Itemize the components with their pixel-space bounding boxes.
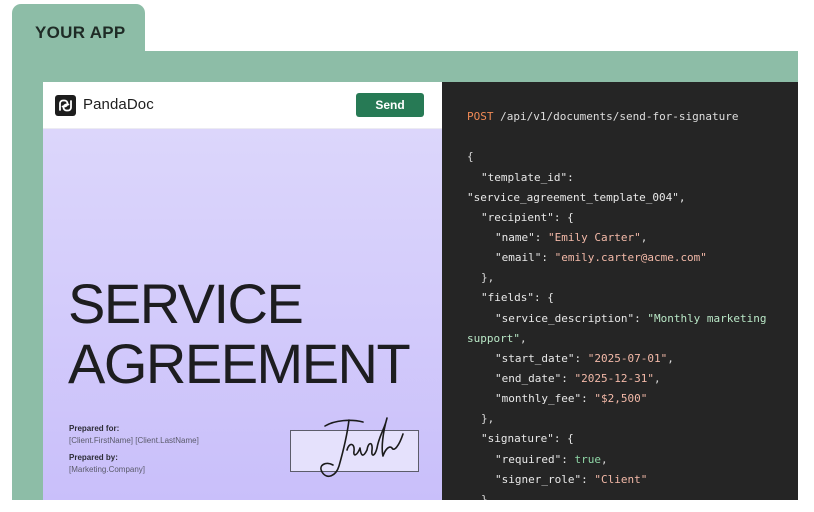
code-line-recipient: "recipient": { [481,211,574,225]
api-request-code-panel: POST /api/v1/documents/send-for-signatur… [442,82,798,500]
monthly-fee-key: "monthly_fee": [495,392,595,405]
code-line-open-brace: { [467,150,474,164]
code-line-name: "name": "Emily Carter", [495,231,647,245]
code-line-endpoint: POST /api/v1/documents/send-for-signatur… [467,110,739,124]
document-title-line-2: AGREEMENT [68,332,411,395]
template-id-value: "service_agreement_template_004", [467,191,686,204]
monthly-fee-value: "$2,500" [594,392,648,405]
email-key: "email": [495,251,555,264]
code-line-email: "email": "emily.carter@acme.com" [495,251,707,265]
email-value: "emily.carter@acme.com" [554,251,707,264]
name-value: "Emily Carter" [547,231,641,244]
service-description-key: "service_description": [495,312,648,325]
app-frame: YOUR APP PandaDoc Send SERVICE AGREEMENT… [0,0,814,512]
end-date-comma: , [653,372,661,385]
your-app-tab: YOUR APP [12,4,145,54]
close-signature: } [481,493,488,500]
signature-scribble-icon [320,417,404,478]
prepared-for-label: Prepared for: [69,424,120,433]
brand-name: PandaDoc [83,96,154,113]
endpoint-path: /api/v1/documents/send-for-signature [493,110,739,123]
code-line-close-fields: }, [481,412,494,426]
document-header: PandaDoc Send [43,82,442,129]
close-recipient: }, [481,271,495,284]
code-line-service-description: "service_description": "Monthly marketin… [495,312,767,326]
pandadoc-logo-icon [55,95,76,116]
start-date-value: "2025-07-01" [587,352,668,365]
code-line-fields: "fields": { [481,291,554,305]
http-method: POST [467,110,494,123]
service-description-comma: , [519,332,527,345]
document-title-line-1: SERVICE [68,272,304,335]
service-description-value-2: support" [467,332,520,345]
start-date-comma: , [667,352,674,365]
code-line-monthly-fee: "monthly_fee": "$2,500" [495,392,647,406]
fields-key: "fields": { [481,291,554,304]
prepared-by-label: Prepared by: [69,453,118,462]
code-line-signer-role: "signer_role": "Client" [495,473,647,487]
code-line-service-description-wrap: support", [467,332,527,346]
document-title: SERVICE AGREEMENT [68,272,411,395]
code-line-required: "required": true, [495,453,608,467]
signer-role-value: "Client" [594,473,648,486]
end-date-value: "2025-12-31" [574,372,654,385]
name-comma: , [640,231,648,244]
send-button[interactable]: Send [356,93,424,117]
document-preview: PandaDoc Send SERVICE AGREEMENT Prepared… [43,82,442,500]
close-fields: }, [481,412,495,425]
code-line-template-id-key: "template_id": [481,171,580,185]
tab-label: YOUR APP [35,23,126,42]
open-brace: { [467,150,474,163]
code-line-close-recipient: }, [481,271,494,285]
start-date-key: "start_date": [495,352,588,365]
frame-left-edge [12,82,43,500]
code-line-start-date: "start_date": "2025-07-01", [495,352,674,366]
prepared-by-value: [Marketing.Company] [69,465,146,474]
service-description-value-1: "Monthly marketing [647,312,767,325]
code-line-end-date: "end_date": "2025-12-31", [495,372,661,386]
code-line-close-signature: } [481,493,488,500]
name-key: "name": [495,231,548,244]
required-comma: , [600,453,608,466]
code-line-signature: "signature": { [481,432,574,446]
frame-top-bar [12,51,798,82]
template-id-key: "template_id": [481,171,581,184]
signer-role-key: "signer_role": [495,473,595,486]
end-date-key: "end_date": [495,372,575,385]
prepared-for-value: [Client.FirstName] [Client.LastName] [69,436,199,445]
recipient-key: "recipient": { [481,211,574,224]
required-key: "required": [495,453,575,466]
code-line-template-id-value: "service_agreement_template_004", [467,191,686,205]
required-value: true [574,453,601,466]
signature-key: "signature": { [481,432,574,445]
